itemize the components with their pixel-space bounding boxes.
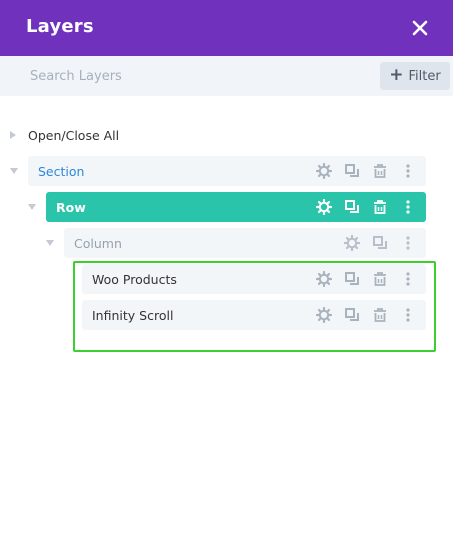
duplicate-icon[interactable] xyxy=(370,233,390,253)
layer-column[interactable]: Column xyxy=(64,228,426,258)
duplicate-icon[interactable] xyxy=(342,197,362,217)
column-collapse-icon[interactable] xyxy=(46,240,54,246)
filter-label: Filter xyxy=(408,68,441,84)
trash-icon[interactable] xyxy=(370,305,390,325)
close-icon xyxy=(412,20,428,36)
caret-right-icon xyxy=(10,131,16,139)
settings-gear-icon[interactable] xyxy=(342,233,362,253)
section-collapse-icon[interactable] xyxy=(10,168,18,174)
panel-title: Layers xyxy=(26,16,94,37)
layer-module-label: Woo Products xyxy=(92,271,177,287)
open-close-all-toggle[interactable]: Open/Close All xyxy=(10,126,119,144)
more-options-icon[interactable] xyxy=(398,197,418,217)
layer-module-label: Infinity Scroll xyxy=(92,307,174,323)
trash-icon[interactable] xyxy=(370,161,390,181)
row-collapse-icon[interactable] xyxy=(28,204,36,210)
search-bar: + Filter xyxy=(0,56,453,96)
more-options-icon[interactable] xyxy=(398,305,418,325)
layer-row-label: Row xyxy=(56,199,86,215)
settings-gear-icon[interactable] xyxy=(314,305,334,325)
trash-icon[interactable] xyxy=(370,269,390,289)
trash-icon[interactable] xyxy=(370,197,390,217)
search-input[interactable] xyxy=(20,62,360,90)
more-options-icon[interactable] xyxy=(398,269,418,289)
filter-button[interactable]: + Filter xyxy=(380,62,450,90)
open-close-all-label: Open/Close All xyxy=(28,127,120,143)
close-button[interactable] xyxy=(406,14,434,42)
layer-column-label: Column xyxy=(74,235,122,251)
duplicate-icon[interactable] xyxy=(342,305,362,325)
more-options-icon[interactable] xyxy=(398,161,418,181)
layer-section[interactable]: Section xyxy=(28,156,426,186)
layer-row[interactable]: Row xyxy=(46,192,426,222)
layer-module-infinity-scroll[interactable]: Infinity Scroll xyxy=(82,300,426,330)
settings-gear-icon[interactable] xyxy=(314,269,334,289)
more-options-icon[interactable] xyxy=(398,233,418,253)
duplicate-icon[interactable] xyxy=(342,161,362,181)
settings-gear-icon[interactable] xyxy=(314,161,334,181)
layer-section-label: Section xyxy=(38,163,85,179)
layers-header: Layers xyxy=(0,0,453,56)
plus-icon: + xyxy=(389,65,404,85)
duplicate-icon[interactable] xyxy=(342,269,362,289)
layer-module-woo-products[interactable]: Woo Products xyxy=(82,264,426,294)
settings-gear-icon[interactable] xyxy=(314,197,334,217)
